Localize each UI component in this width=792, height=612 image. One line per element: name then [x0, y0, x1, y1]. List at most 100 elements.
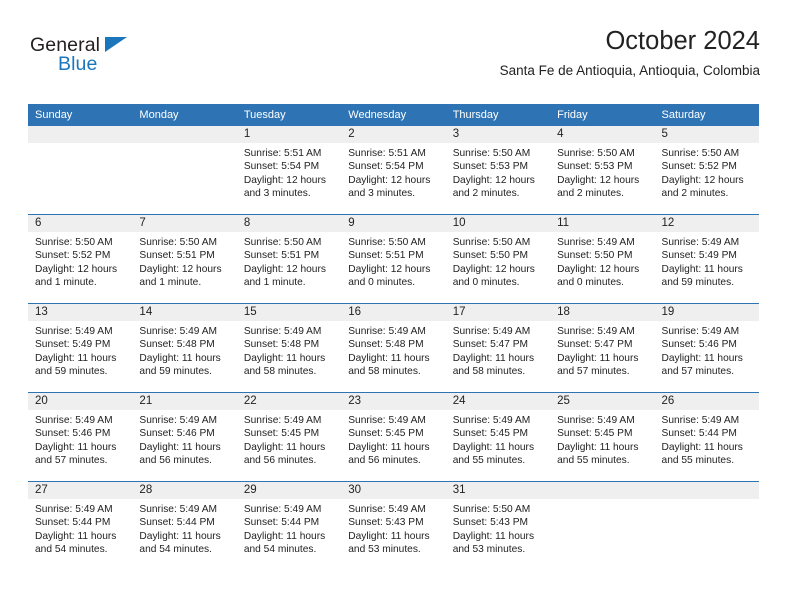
calendar-day-cell[interactable]: 26 Sunrise: 5:49 AM Sunset: 5:44 PM Dayligh… [654, 392, 759, 482]
daylight-duration-line-2: and 55 minutes. [661, 455, 735, 467]
page-title: October 2024 [605, 27, 760, 55]
calendar-day-cell[interactable]: 7 Sunrise: 5:50 AM Sunset: 5:51 PM Daylight… [132, 214, 237, 304]
daylight-duration-line-1: Daylight: 12 hours [139, 263, 222, 275]
daylight-duration-line-1: Daylight: 11 hours [139, 352, 221, 364]
day-cell-content: 20 Sunrise: 5:49 AM Sunset: 5:46 PM Dayligh… [28, 393, 133, 481]
calendar-day-cell[interactable]: 13 Sunrise: 5:49 AM Sunset: 5:49 PM Dayligh… [28, 303, 133, 393]
daylight-duration-line-1: Daylight: 11 hours [35, 530, 117, 542]
calendar-day-cell[interactable]: 15 Sunrise: 5:49 AM Sunset: 5:48 PM Dayligh… [236, 303, 342, 393]
sunrise-time: Sunrise: 5:49 AM [139, 415, 218, 426]
day-sun-info: Sunrise: 5:49 AM Sunset: 5:50 PM Daylight:… [550, 232, 654, 290]
sunrise-time: Sunrise: 5:49 AM [139, 504, 218, 515]
calendar-day-cell[interactable]: 17 Sunrise: 5:49 AM Sunset: 5:47 PM Dayligh… [445, 303, 551, 393]
calendar-day-cell[interactable]: 10 Sunrise: 5:50 AM Sunset: 5:50 PM Dayligh… [445, 214, 551, 304]
daylight-duration-line-1: Daylight: 12 hours [243, 263, 326, 275]
day-cell-content: 3 Sunrise: 5:50 AM Sunset: 5:53 PM Daylight… [445, 126, 551, 214]
calendar-day-cell[interactable]: 9 Sunrise: 5:50 AM Sunset: 5:51 PM Daylight… [341, 214, 446, 304]
sunset-time: Sunset: 5:47 PM [557, 339, 633, 351]
page-header: General Blue October 2024 Santa Fe de An… [28, 26, 760, 98]
calendar-day-cell[interactable]: 22 Sunrise: 5:49 AM Sunset: 5:45 PM Dayligh… [236, 392, 342, 482]
day-sun-info: Sunrise: 5:50 AM Sunset: 5:51 PM Daylight:… [132, 232, 236, 290]
daylight-duration-line-2: and 59 minutes. [661, 277, 735, 289]
day-number: 10 [445, 215, 551, 232]
day-number: 28 [132, 482, 237, 499]
day-cell-content: 19 Sunrise: 5:49 AM Sunset: 5:46 PM Dayligh… [654, 304, 759, 392]
day-cell-content: 11 Sunrise: 5:49 AM Sunset: 5:50 PM Dayligh… [550, 215, 655, 303]
daylight-duration-line-2: and 3 minutes. [243, 188, 311, 200]
sunrise-time: Sunrise: 5:49 AM [557, 237, 635, 248]
daylight-duration-line-2: and 58 minutes. [243, 366, 317, 378]
calendar-day-cell[interactable]: 20 Sunrise: 5:49 AM Sunset: 5:46 PM Dayligh… [28, 392, 133, 482]
daylight-duration-line-1: Daylight: 11 hours [452, 352, 535, 364]
general-blue-logo: General Blue [30, 34, 170, 84]
daylight-duration-line-2: and 55 minutes. [557, 455, 630, 467]
calendar-day-cell[interactable]: 24 Sunrise: 5:49 AM Sunset: 5:45 PM Dayligh… [445, 392, 551, 482]
sunset-time: Sunset: 5:51 PM [243, 250, 320, 262]
logo-triangle-icon [105, 37, 127, 52]
daylight-duration-line-2: and 56 minutes. [348, 455, 421, 467]
calendar-day-cell[interactable]: 4 Sunrise: 5:50 AM Sunset: 5:53 PM Daylight… [550, 126, 655, 215]
daylight-duration-line-1: Daylight: 11 hours [661, 352, 743, 364]
calendar-day-cell[interactable]: 30 Sunrise: 5:49 AM Sunset: 5:43 PM Dayligh… [341, 481, 446, 570]
day-cell-content: 15 Sunrise: 5:49 AM Sunset: 5:48 PM Dayligh… [236, 304, 342, 392]
day-number: 20 [28, 393, 133, 410]
calendar-empty-cell [654, 481, 759, 570]
calendar-day-cell[interactable]: 25 Sunrise: 5:49 AM Sunset: 5:45 PM Dayligh… [550, 392, 655, 482]
day-number: 23 [341, 393, 446, 410]
sunset-time: Sunset: 5:49 PM [35, 339, 111, 351]
weekday-header-thursday: Thursday [445, 104, 551, 126]
calendar-day-cell[interactable]: 1 Sunrise: 5:51 AM Sunset: 5:54 PM Daylight… [236, 126, 342, 215]
calendar-day-cell[interactable]: 19 Sunrise: 5:49 AM Sunset: 5:46 PM Dayligh… [654, 303, 759, 393]
daylight-duration-line-2: and 59 minutes. [139, 366, 212, 378]
day-number: 5 [654, 126, 759, 143]
daylight-duration-line-2: and 57 minutes. [35, 455, 108, 467]
day-number: 8 [236, 215, 342, 232]
day-cell-content: 29 Sunrise: 5:49 AM Sunset: 5:44 PM Dayligh… [236, 482, 342, 570]
sunset-time: Sunset: 5:46 PM [35, 428, 111, 440]
sunrise-time: Sunrise: 5:51 AM [348, 148, 426, 159]
weekday-header-tuesday: Tuesday [236, 104, 342, 126]
day-sun-info: Sunrise: 5:49 AM Sunset: 5:49 PM Daylight:… [655, 232, 759, 290]
sunrise-time: Sunrise: 5:50 AM [139, 237, 218, 248]
calendar-day-cell[interactable]: 3 Sunrise: 5:50 AM Sunset: 5:53 PM Daylight… [445, 126, 551, 215]
day-number: 21 [132, 393, 237, 410]
day-sun-info: Sunrise: 5:49 AM Sunset: 5:44 PM Daylight:… [655, 410, 759, 468]
calendar-day-cell[interactable]: 11 Sunrise: 5:49 AM Sunset: 5:50 PM Dayligh… [550, 214, 655, 304]
calendar-day-cell[interactable]: 23 Sunrise: 5:49 AM Sunset: 5:45 PM Dayligh… [341, 392, 446, 482]
calendar-day-cell[interactable]: 14 Sunrise: 5:49 AM Sunset: 5:48 PM Dayligh… [132, 303, 237, 393]
day-cell-content: 5 Sunrise: 5:50 AM Sunset: 5:52 PM Daylight… [654, 126, 759, 214]
calendar-day-cell[interactable]: 18 Sunrise: 5:49 AM Sunset: 5:47 PM Dayligh… [550, 303, 655, 393]
calendar-day-cell[interactable]: 6 Sunrise: 5:50 AM Sunset: 5:52 PM Daylight… [28, 214, 133, 304]
calendar-day-cell[interactable]: 31 Sunrise: 5:50 AM Sunset: 5:43 PM Dayligh… [445, 481, 551, 570]
sunrise-time: Sunrise: 5:49 AM [452, 326, 531, 337]
calendar-day-cell[interactable]: 21 Sunrise: 5:49 AM Sunset: 5:46 PM Dayligh… [132, 392, 237, 482]
daylight-duration-line-1: Daylight: 12 hours [557, 263, 640, 275]
daylight-duration-line-1: Daylight: 11 hours [348, 530, 430, 542]
calendar-day-cell[interactable]: 28 Sunrise: 5:49 AM Sunset: 5:44 PM Dayligh… [132, 481, 237, 570]
calendar-day-cell[interactable]: 16 Sunrise: 5:49 AM Sunset: 5:48 PM Dayligh… [341, 303, 446, 393]
calendar-day-cell[interactable]: 27 Sunrise: 5:49 AM Sunset: 5:44 PM Dayligh… [28, 481, 133, 570]
sunset-time: Sunset: 5:44 PM [139, 517, 215, 529]
day-number: 22 [236, 393, 342, 410]
day-sun-info: Sunrise: 5:50 AM Sunset: 5:51 PM Daylight:… [341, 232, 445, 290]
daylight-duration-line-2: and 2 minutes. [557, 188, 624, 200]
sunset-time: Sunset: 5:44 PM [243, 517, 320, 529]
day-sun-info [550, 499, 654, 503]
sunrise-time: Sunrise: 5:50 AM [557, 148, 635, 159]
sunset-time: Sunset: 5:44 PM [661, 428, 737, 440]
day-cell-content [550, 482, 655, 570]
daylight-duration-line-1: Daylight: 11 hours [661, 441, 743, 453]
sunrise-time: Sunrise: 5:50 AM [452, 148, 531, 159]
calendar-day-cell[interactable]: 29 Sunrise: 5:49 AM Sunset: 5:44 PM Dayligh… [236, 481, 342, 570]
calendar-day-cell[interactable]: 8 Sunrise: 5:50 AM Sunset: 5:51 PM Daylight… [236, 214, 342, 304]
day-sun-info: Sunrise: 5:49 AM Sunset: 5:45 PM Daylight:… [237, 410, 341, 468]
calendar-day-cell[interactable]: 5 Sunrise: 5:50 AM Sunset: 5:52 PM Daylight… [654, 126, 759, 215]
sunrise-time: Sunrise: 5:49 AM [243, 504, 322, 515]
day-sun-info: Sunrise: 5:51 AM Sunset: 5:54 PM Daylight:… [341, 143, 445, 201]
day-cell-content: 30 Sunrise: 5:49 AM Sunset: 5:43 PM Dayligh… [341, 482, 446, 570]
calendar-day-cell[interactable]: 2 Sunrise: 5:51 AM Sunset: 5:54 PM Daylight… [341, 126, 446, 215]
day-sun-info [655, 499, 759, 503]
day-number: 19 [654, 304, 759, 321]
day-number: 3 [445, 126, 551, 143]
calendar-day-cell[interactable]: 12 Sunrise: 5:49 AM Sunset: 5:49 PM Dayligh… [654, 214, 759, 304]
